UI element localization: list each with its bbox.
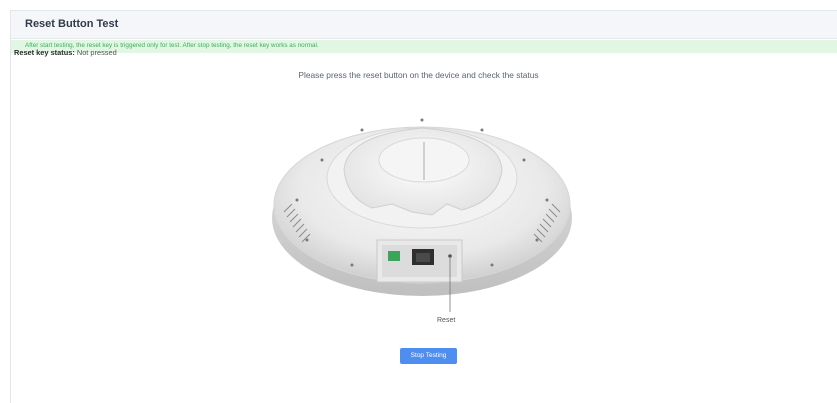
device-image	[272, 118, 572, 312]
instruction-text: Please press the reset button on the dev…	[298, 70, 539, 80]
notice-banner: After start testing, the reset key is tr…	[11, 40, 837, 53]
reset-key-status: Reset key status: Not pressed	[14, 48, 117, 57]
reset-callout-label: Reset	[437, 317, 456, 324]
status-label: Reset key status:	[14, 48, 75, 57]
status-value: Not pressed	[76, 48, 117, 57]
page-title: Reset Button Test	[25, 18, 119, 30]
panel-header: Reset Button Test	[11, 11, 837, 39]
stop-testing-button[interactable]: Stop Testing	[400, 348, 457, 364]
